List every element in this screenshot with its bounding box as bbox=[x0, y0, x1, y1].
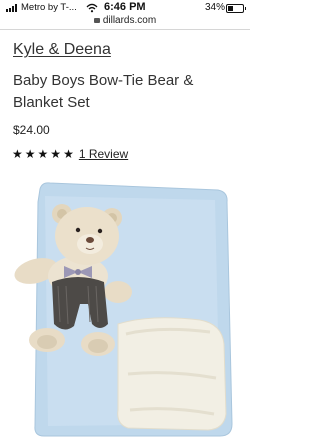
brand-link[interactable]: Kyle & Deena bbox=[13, 41, 111, 59]
rating-row: ★ ★ ★ ★ ★ 1 Review bbox=[12, 147, 128, 161]
signal-bars-icon bbox=[6, 4, 17, 12]
product-image[interactable] bbox=[0, 174, 250, 443]
star-rating: ★ ★ ★ ★ ★ bbox=[12, 147, 74, 161]
carrier-name: Metro by T-... bbox=[21, 2, 77, 13]
status-bar: Metro by T-... 6:46 PM 34% dillards.com bbox=[0, 0, 250, 28]
clock: 6:46 PM bbox=[104, 1, 146, 13]
url-text: dillards.com bbox=[102, 15, 157, 26]
battery-percent: 34% bbox=[205, 2, 226, 13]
wifi-icon bbox=[86, 3, 98, 13]
star-icon: ★ bbox=[24, 147, 36, 161]
product-title: Baby Boys Bow-Tie Bear & Blanket Set bbox=[13, 72, 194, 111]
bear-blanket-illustration bbox=[14, 182, 233, 437]
battery-icon bbox=[226, 4, 246, 13]
star-icon: ★ bbox=[37, 147, 49, 161]
star-icon: ★ bbox=[63, 147, 74, 161]
address-bar[interactable]: dillards.com bbox=[0, 15, 250, 26]
product-price: $24.00 bbox=[13, 123, 50, 137]
star-icon: ★ bbox=[50, 147, 62, 161]
reviews-link[interactable]: 1 Review bbox=[79, 147, 128, 161]
header-divider bbox=[0, 29, 250, 30]
star-icon: ★ bbox=[12, 147, 23, 161]
lock-icon bbox=[93, 18, 100, 23]
